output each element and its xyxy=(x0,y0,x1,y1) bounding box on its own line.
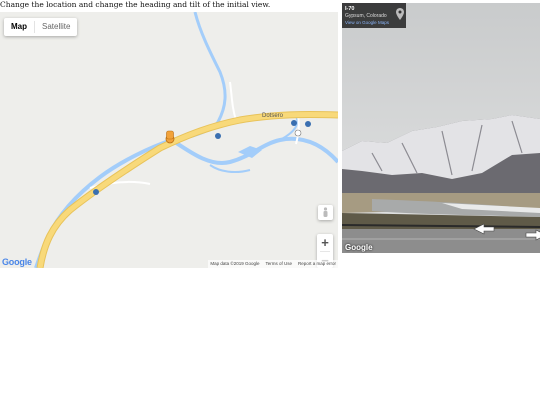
zoom-in-button[interactable]: + xyxy=(317,234,333,251)
map-canvas[interactable] xyxy=(0,12,338,268)
pegman-icon xyxy=(323,207,328,217)
street-view-panorama[interactable]: I-70 Gypsum, Colorado View on Google Map… xyxy=(342,3,540,253)
pegman-button[interactable] xyxy=(318,205,333,220)
nav-arrow-right-icon[interactable] xyxy=(524,229,540,241)
panorama-image[interactable] xyxy=(342,3,540,253)
instruction-text: Change the location and change the headi… xyxy=(0,0,271,9)
town-label: Dotsero xyxy=(262,113,284,119)
pano-place-name: Gypsum, Colorado xyxy=(345,13,387,19)
map-panel[interactable]: Dotsero Map Satellite + − Google Map dat… xyxy=(0,12,338,268)
map-pin-icon[interactable] xyxy=(396,8,404,20)
terms-link[interactable]: Terms of Use xyxy=(265,260,292,268)
nav-arrow-left-icon[interactable] xyxy=(472,223,496,235)
pano-google-logo[interactable]: Google xyxy=(345,243,373,252)
map-type-map-button[interactable]: Map xyxy=(4,18,34,36)
map-footer: Map data ©2019 Google Terms of Use Repor… xyxy=(208,260,338,268)
report-error-link[interactable]: Report a map error xyxy=(298,260,336,268)
pano-address-card: I-70 Gypsum, Colorado View on Google Map… xyxy=(342,3,406,28)
map-data-attribution: Map data ©2019 Google xyxy=(210,261,260,266)
pano-road-name: I-70 xyxy=(345,6,355,12)
view-on-google-maps-link[interactable]: View on Google Maps xyxy=(345,20,389,25)
map-type-satellite-button[interactable]: Satellite xyxy=(35,18,77,36)
google-logo[interactable]: Google xyxy=(2,257,32,267)
map-type-control[interactable]: Map Satellite xyxy=(4,18,78,36)
street-view-marker-icon xyxy=(165,130,175,144)
google-logo-text: Google xyxy=(2,257,32,267)
